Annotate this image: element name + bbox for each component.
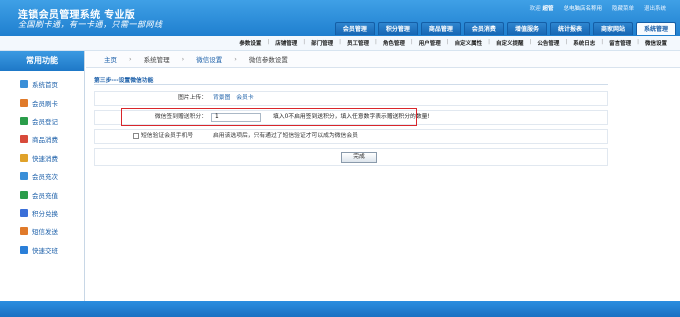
subnav-item[interactable]: 自定义属性: [452, 39, 486, 47]
breadcrumb-home[interactable]: 主页: [104, 54, 117, 64]
subnav-separator: |: [267, 39, 270, 45]
subnav-item[interactable]: 参数设置: [236, 39, 264, 47]
sms-verify-row: 短信验证会员手机号 启用该选项后，只有通过了短信验证才可以成为微信会员: [94, 129, 608, 144]
sidebar-item[interactable]: 快速交班: [0, 241, 84, 259]
image-upload-links: 背景图 会员卡: [213, 92, 258, 105]
main-nav: 会员管理 积分管理 商品管理 会员消费 增值服务 统计报表 商家网站 系统管理: [334, 22, 676, 35]
username: 超管: [542, 6, 554, 12]
subnav-separator: |: [303, 39, 306, 45]
sidebar-item-label: 会员充次: [32, 173, 58, 182]
main-content: 主页 › 系统管理 › 微信设置 › 微信参数设置 第三步---设置微信功能 图…: [86, 51, 680, 301]
sidebar-item[interactable]: 会员充次: [0, 167, 84, 185]
shift-icon: [20, 245, 28, 254]
sidebar-item-label: 积分兑换: [32, 209, 58, 218]
breadcrumb-system[interactable]: 系统管理: [144, 54, 170, 64]
subnav-item[interactable]: 部门管理: [308, 39, 336, 47]
sidebar-list: 系统首页会员刷卡会员登记商品消费快速消费会员充次会员充值积分兑换短信发送快速交班: [0, 71, 84, 259]
tab-reports[interactable]: 统计报表: [549, 22, 590, 35]
sidebar-item[interactable]: 系统首页: [0, 75, 84, 93]
user-add-icon: [20, 116, 28, 125]
sms-verify-label: 短信验证会员手机号: [141, 133, 194, 139]
app-slogan: 全国刷卡通，有一卡通，只需一部网线: [18, 20, 163, 29]
tab-system[interactable]: 系统管理: [635, 22, 676, 35]
home-icon: [20, 80, 28, 89]
finish-button[interactable]: 完成: [341, 152, 377, 163]
sidebar-item-label: 会员充值: [32, 191, 58, 200]
sidebar-item[interactable]: 快速消费: [0, 149, 84, 167]
subnav-separator: |: [637, 39, 639, 45]
welcome-text: 欢迎: [529, 6, 541, 12]
welcome-label: 欢迎 超管: [530, 4, 554, 12]
app-header: 连锁会员管理系统 专业版 全国刷卡通，有一卡通，只需一部网线 欢迎 超管 总电脑…: [0, 0, 680, 36]
user-bar: 欢迎 超管 总电脑店名称用 隐藏菜单 退出系统: [530, 4, 666, 12]
sms-verify-checkbox[interactable]: [133, 133, 139, 139]
tab-goods[interactable]: 商品管理: [420, 22, 461, 35]
image-upload-row: 图片上传： 背景图 会员卡: [94, 91, 608, 106]
breadcrumb-sep-icon: ›: [129, 55, 132, 63]
subnav-separator: |: [488, 39, 490, 45]
sidebar-item-label: 快速交班: [32, 246, 58, 255]
sms-verify-hint: 启用该选项后，只有通过了短信验证才可以成为微信会员: [213, 133, 358, 139]
subnav-separator: |: [375, 39, 377, 45]
member-card-link[interactable]: 会员卡: [236, 95, 253, 101]
subnav-item[interactable]: 角色管理: [380, 39, 408, 47]
subnav-separator: |: [339, 39, 341, 45]
sidebar-title: 常用功能: [0, 51, 84, 71]
hide-menu-link[interactable]: 隐藏菜单: [612, 4, 634, 12]
user-card-icon: [20, 98, 28, 107]
tab-merchant-site[interactable]: 商家网站: [592, 22, 633, 35]
subnav-separator: |: [529, 39, 532, 45]
shopping-icon: [20, 135, 28, 144]
sidebar-item[interactable]: 积分兑换: [0, 204, 84, 222]
sidebar-item-label: 会员刷卡: [32, 99, 58, 108]
tab-value-added[interactable]: 增值服务: [506, 22, 547, 35]
sidebar-item[interactable]: 会员刷卡: [0, 93, 84, 111]
sms-icon: [20, 227, 28, 236]
logout-link[interactable]: 退出系统: [644, 4, 666, 12]
subnav-item[interactable]: 公告管理: [534, 39, 562, 47]
breadcrumb-sep-icon: ›: [181, 55, 185, 63]
sidebar-item-label: 会员登记: [32, 117, 58, 126]
sidebar: 常用功能 系统首页会员刷卡会员登记商品消费快速消费会员充次会员充值积分兑换短信发…: [0, 51, 85, 301]
highlight-box: [121, 108, 417, 126]
points-icon: [20, 208, 28, 217]
shop-name: 总电脑店名称用: [563, 6, 602, 12]
recharge-money-icon: [20, 190, 28, 199]
subnav-item[interactable]: 留言管理: [606, 39, 634, 47]
subnav-separator: |: [446, 39, 449, 45]
breadcrumb-current: 微信参数设置: [248, 56, 288, 64]
subnav-separator: |: [410, 39, 413, 45]
subnav-separator: |: [601, 39, 604, 45]
divider: [94, 84, 608, 85]
sidebar-item-label: 短信发送: [32, 228, 58, 237]
subnav-item[interactable]: 店铺管理: [272, 39, 300, 47]
fast-pay-icon: [20, 153, 28, 162]
sidebar-item[interactable]: 商品消费: [0, 130, 84, 148]
sub-nav: 参数设置 | 店铺管理 | 部门管理 | 员工管理 | 角色管理 | 用户管理 | 自定义属性 | 自定义提…: [0, 36, 680, 51]
step-title: 第三步---设置微信功能: [94, 78, 154, 84]
sidebar-item-label: 快速消费: [32, 154, 58, 163]
recharge-times-icon: [20, 172, 28, 181]
tab-member[interactable]: 会员管理: [334, 22, 375, 35]
image-upload-label: 图片上传：: [178, 95, 207, 101]
background-image-link[interactable]: 背景图: [213, 95, 230, 101]
sidebar-item-label: 商品消费: [32, 136, 58, 145]
form-actions: 完成: [94, 148, 608, 166]
subnav-item[interactable]: 系统日志: [570, 39, 598, 47]
footer-bar: [0, 301, 680, 317]
breadcrumb-sep-icon: ›: [234, 55, 237, 63]
sidebar-item[interactable]: 会员充值: [0, 185, 84, 203]
sidebar-item-label: 系统首页: [32, 81, 58, 90]
sidebar-item[interactable]: 短信发送: [0, 222, 84, 240]
subnav-item[interactable]: 员工管理: [344, 39, 372, 47]
subnav-item[interactable]: 自定义提醒: [493, 39, 527, 47]
breadcrumb: 主页 › 系统管理 › 微信设置 › 微信参数设置: [86, 51, 680, 68]
subnav-item[interactable]: 微信设置: [642, 39, 670, 47]
subnav-item[interactable]: 用户管理: [416, 39, 444, 47]
subnav-separator: |: [565, 39, 568, 45]
sidebar-item[interactable]: 会员登记: [0, 112, 84, 130]
tab-consume[interactable]: 会员消费: [463, 22, 504, 35]
breadcrumb-wechat[interactable]: 微信设置: [196, 54, 222, 64]
tab-points[interactable]: 积分管理: [377, 22, 418, 35]
